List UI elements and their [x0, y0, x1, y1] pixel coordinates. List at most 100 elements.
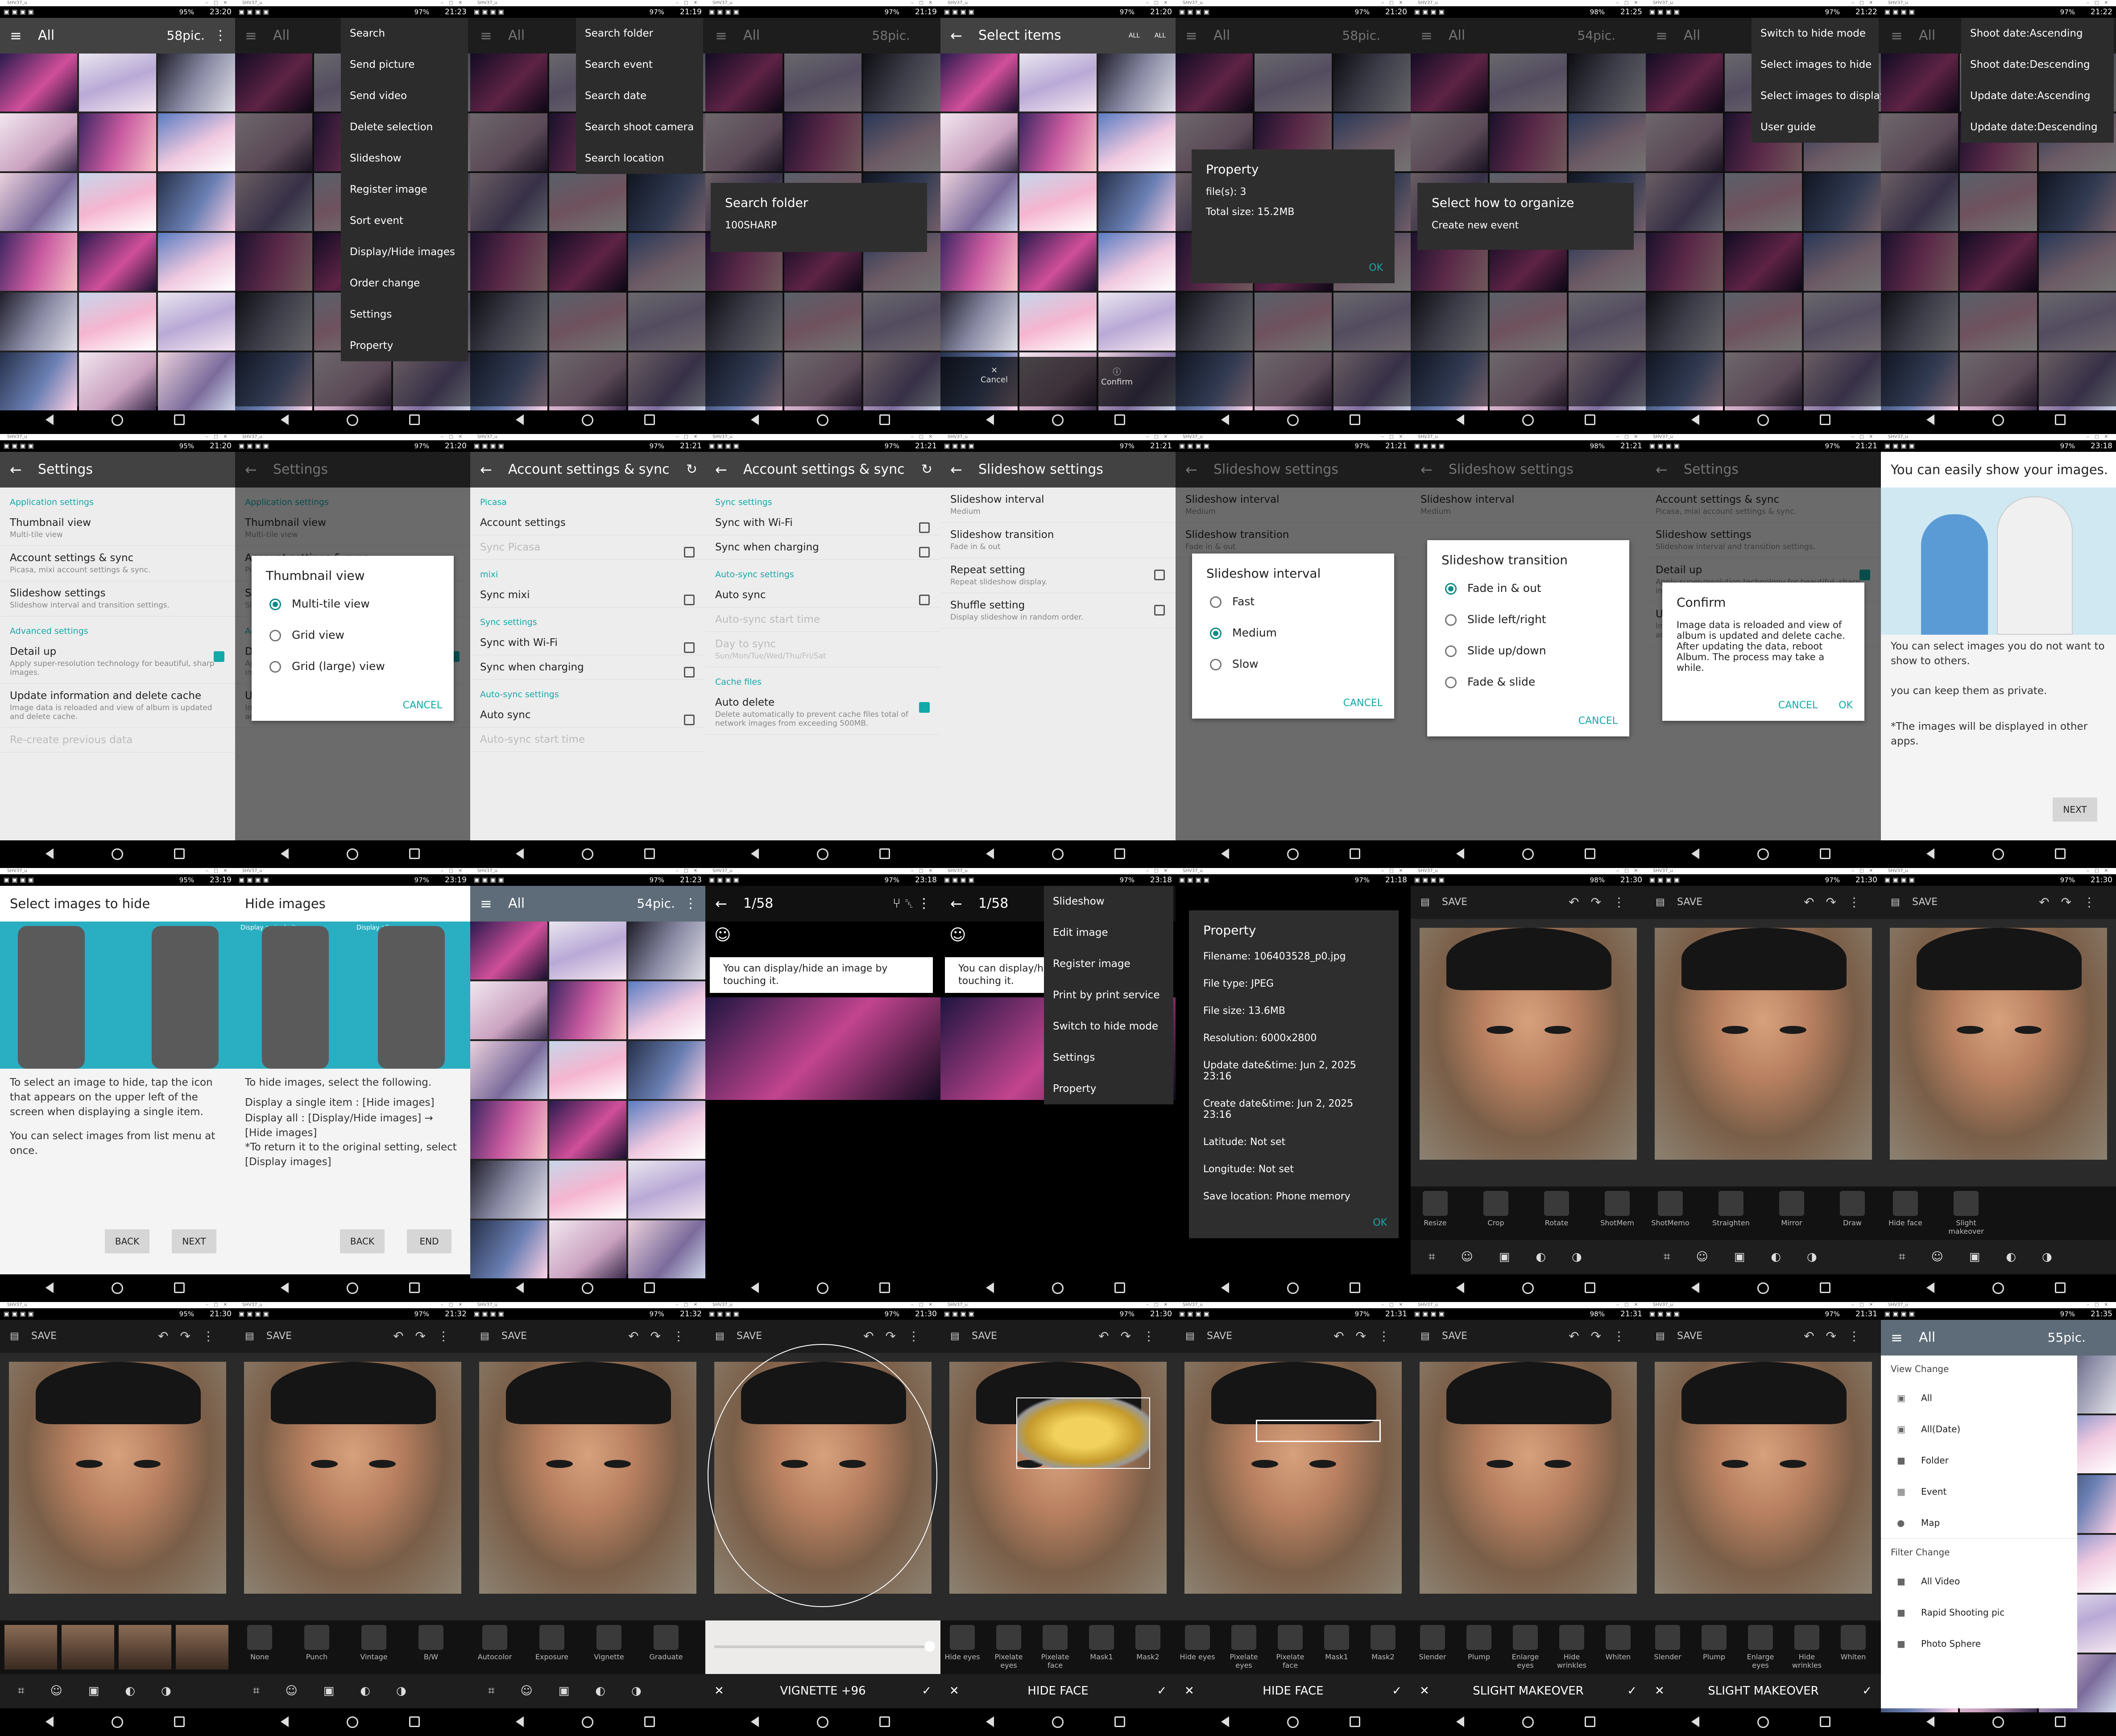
image-canvas[interactable] [1411, 1353, 1646, 1620]
hide-toggle-icon[interactable]: ☺ [714, 926, 731, 944]
save-button[interactable]: SAVE [1207, 1320, 1232, 1353]
settings-row[interactable]: Auto-sync start time [470, 727, 705, 752]
cancel-selection-button[interactable]: ✕ Cancel [981, 366, 1008, 384]
home-icon[interactable] [1522, 414, 1534, 426]
back-button[interactable]: BACK [105, 1229, 149, 1253]
tool-button[interactable]: Pixelate eyes [989, 1625, 1029, 1670]
save-icon[interactable]: ▤ [1420, 886, 1430, 919]
cancel-icon[interactable]: ✕ [1184, 1674, 1194, 1708]
home-icon[interactable] [582, 1282, 593, 1294]
back-arrow-icon[interactable]: ← [715, 452, 727, 488]
recent-apps-icon[interactable] [644, 848, 655, 859]
settings-row[interactable]: Sync when charging [705, 535, 940, 560]
create-event-option[interactable]: Create new event [1417, 215, 1634, 236]
back-icon[interactable] [986, 414, 994, 425]
radio-option[interactable]: Slide up/down [1427, 635, 1629, 666]
back-icon[interactable] [1221, 848, 1229, 859]
home-icon[interactable] [1052, 1282, 1064, 1294]
back-arrow-icon[interactable]: ← [715, 886, 727, 922]
checkbox[interactable] [919, 547, 930, 558]
tool-button[interactable]: Draw [1832, 1191, 1872, 1227]
thumbnail[interactable] [549, 981, 626, 1039]
tool-button[interactable]: Mask2 [1363, 1625, 1403, 1661]
thumbnail[interactable] [549, 1161, 626, 1219]
thumbnail[interactable] [549, 1101, 626, 1159]
back-icon[interactable] [1221, 1282, 1229, 1293]
drawer-item[interactable]: ● Map [1881, 1507, 2077, 1538]
editor-tabs[interactable]: ⌗☺▣◐◑ [1646, 1240, 1881, 1274]
recent-apps-icon[interactable] [2055, 848, 2066, 859]
undo-redo-icons[interactable]: ↶↷⋮ [628, 1320, 696, 1353]
save-icon[interactable]: ▤ [1185, 1320, 1195, 1353]
cancel-icon[interactable]: ✕ [1655, 1674, 1665, 1708]
settings-row[interactable]: Sync with Wi-Fi [705, 511, 940, 535]
menu-item[interactable]: Search date [576, 80, 703, 112]
save-icon[interactable]: ▤ [1656, 886, 1665, 919]
menu-item[interactable]: Register image [1044, 948, 1173, 980]
recent-apps-icon[interactable] [174, 1716, 185, 1727]
recent-apps-icon[interactable] [1350, 414, 1360, 425]
cancel-icon[interactable]: ✕ [949, 1674, 959, 1708]
undo-redo-icons[interactable]: ↶↷⋮ [158, 1320, 226, 1353]
thumbnail[interactable] [470, 1161, 547, 1219]
tool-button[interactable]: Pixelate face [1270, 1625, 1310, 1670]
menu-icon[interactable]: ≡ [1891, 1320, 1903, 1356]
tool-button[interactable]: Hide wrinkles [1552, 1625, 1592, 1670]
filter-thumbnail[interactable] [176, 1625, 228, 1670]
tool-button[interactable]: Whiten [1833, 1625, 1873, 1661]
radio-option[interactable]: Slide left/right [1427, 604, 1629, 635]
menu-item[interactable]: Select images to hide [1752, 49, 1879, 80]
settings-row[interactable]: Auto sync [470, 703, 705, 727]
tool-button[interactable]: Pixelate eyes [1224, 1625, 1264, 1670]
thumbnail[interactable] [549, 1041, 626, 1099]
home-icon[interactable] [347, 414, 358, 426]
checkbox[interactable] [684, 667, 695, 678]
home-icon[interactable] [1992, 414, 2004, 426]
thumbnail[interactable] [1098, 293, 1176, 351]
save-button[interactable]: SAVE [501, 1320, 527, 1353]
window-controls[interactable]: ‒□✕ [1616, 868, 1643, 874]
radio-option[interactable]: Fade & slide [1427, 666, 1629, 698]
thumbnail[interactable] [79, 113, 156, 171]
checkbox[interactable] [684, 642, 695, 653]
back-icon[interactable] [1691, 1716, 1699, 1727]
menu-item[interactable]: Search shoot camera [576, 112, 703, 143]
editor-tabs[interactable]: ⌗☺▣◐◑ [1881, 1240, 2116, 1274]
recent-apps-icon[interactable] [879, 414, 890, 425]
radio-option[interactable]: Slow [1192, 649, 1394, 680]
drawer-item[interactable]: ■ Rapid Shooting pic [1881, 1597, 2077, 1628]
image-canvas[interactable] [0, 1353, 235, 1620]
window-controls[interactable]: ‒□✕ [206, 434, 232, 440]
save-button[interactable]: SAVE [31, 1320, 57, 1353]
eye-bar-overlay[interactable] [1256, 1420, 1381, 1442]
thumbnail[interactable] [1098, 173, 1176, 231]
checkbox[interactable] [1154, 605, 1165, 616]
thumbnail[interactable] [158, 54, 235, 112]
recent-apps-icon[interactable] [409, 1716, 420, 1727]
undo-redo-icons[interactable]: ↶↷⋮ [2039, 886, 2107, 919]
back-icon[interactable] [751, 414, 759, 425]
thumbnail[interactable] [1098, 233, 1176, 291]
home-icon[interactable] [1992, 1716, 2004, 1728]
radio-option[interactable]: Fade in & out [1427, 573, 1629, 604]
back-arrow-icon[interactable]: ← [950, 452, 962, 488]
filter-thumbnail[interactable] [62, 1625, 114, 1670]
cancel-icon[interactable]: ✕ [714, 1674, 724, 1708]
thumbnail[interactable] [628, 1220, 705, 1278]
thumbnail[interactable] [1019, 173, 1097, 231]
settings-row[interactable]: Update information and delete cacheImage… [0, 684, 235, 728]
back-icon[interactable] [1926, 1716, 1934, 1727]
save-button[interactable]: SAVE [1442, 1320, 1467, 1353]
window-controls[interactable]: ‒□✕ [676, 0, 703, 6]
save-icon[interactable]: ▤ [480, 1320, 489, 1353]
window-controls[interactable]: ‒□✕ [1381, 1302, 1408, 1308]
home-icon[interactable] [1052, 848, 1064, 860]
save-icon[interactable]: ▤ [715, 1320, 725, 1353]
editor-tabs[interactable]: ⌗☺▣◐◑ [470, 1674, 705, 1708]
menu-item[interactable]: Sort event [341, 205, 468, 236]
tool-button[interactable]: Vintage [354, 1625, 394, 1661]
recent-apps-icon[interactable] [2055, 1282, 2066, 1293]
window-controls[interactable]: ‒□✕ [1851, 868, 1878, 874]
menu-item[interactable]: Search folder [576, 18, 703, 49]
recent-apps-icon[interactable] [1114, 848, 1125, 859]
